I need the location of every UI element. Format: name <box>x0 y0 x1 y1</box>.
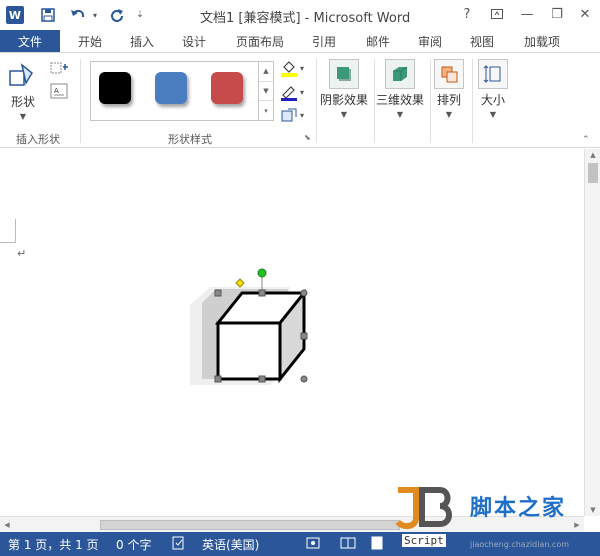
watermark-script: Script <box>402 534 446 547</box>
document-canvas[interactable]: ↵ <box>0 149 600 516</box>
close-icon[interactable]: ✕ <box>572 3 598 25</box>
undo-dropdown-icon[interactable]: ▾ <box>90 5 100 25</box>
word-count[interactable]: 0 个字 <box>116 536 151 553</box>
text-box-icon[interactable]: A <box>50 83 68 102</box>
shadow-effects-button[interactable]: 阴影效果 ▼ <box>320 59 368 119</box>
insert-shapes-group-label: 插入形状 <box>16 133 60 146</box>
chevron-down-icon: ▾ <box>300 87 305 97</box>
watermark-url: jiaocheng.chazidian.com <box>470 540 570 549</box>
hscroll-thumb[interactable] <box>100 520 400 530</box>
svg-text:A: A <box>54 87 59 95</box>
tab-file[interactable]: 文件 <box>0 30 60 52</box>
restore-icon[interactable]: ❐ <box>544 3 570 25</box>
chevron-down-icon: ▼ <box>445 110 453 119</box>
collapse-ribbon-icon[interactable]: ⌃ <box>582 135 590 145</box>
dialog-launcher-icon[interactable]: ⬊ <box>304 133 311 142</box>
shapes-icon <box>9 63 33 86</box>
cube-shape[interactable] <box>184 267 314 387</box>
macro-icon[interactable] <box>306 536 320 553</box>
style-swatch-black[interactable] <box>99 72 131 104</box>
ribbon-tabs: 文件 开始 插入 设计 页面布局 引用 邮件 审阅 视图 加载项 <box>0 30 600 52</box>
shape-styles-gallery[interactable] <box>90 61 274 121</box>
group-divider <box>430 59 431 143</box>
chevron-down-icon: ▾ <box>300 110 305 120</box>
page-count[interactable]: 第 1 页，共 1 页 <box>8 536 99 553</box>
edit-shape-icon[interactable] <box>50 61 70 80</box>
shapes-button[interactable]: 形状 ▼ <box>8 61 38 121</box>
print-layout-icon[interactable] <box>370 536 384 553</box>
shape-effects-button[interactable]: ▾ <box>280 107 304 123</box>
shape-fill-button[interactable]: ▾ <box>280 59 304 77</box>
vertical-scrollbar[interactable]: ▲ ▼ <box>584 149 600 516</box>
ribbon: 形状 ▼ A 插入形状 ▲ ▼ ▾ ▾ ▾ ▾ 形状样式 ⬊ 阴影效果 ▼ 三维… <box>0 52 600 148</box>
tab-references[interactable]: 引用 <box>312 30 336 52</box>
redo-icon[interactable] <box>106 5 128 25</box>
tab-design[interactable]: 设计 <box>182 30 206 52</box>
scroll-left-icon[interactable]: ◀ <box>0 517 14 533</box>
language[interactable]: 英语(美国) <box>202 536 259 553</box>
help-icon[interactable]: ? <box>454 3 480 25</box>
arrange-icon <box>441 66 458 83</box>
word-icon[interactable]: W <box>6 6 24 24</box>
scroll-thumb[interactable] <box>588 163 598 183</box>
chevron-down-icon: ▼ <box>489 110 497 119</box>
watermark-text: 脚本之家 <box>470 496 567 521</box>
paragraph-mark: ↵ <box>17 247 27 260</box>
tab-home[interactable]: 开始 <box>78 30 102 52</box>
gallery-up-icon[interactable]: ▲ <box>259 62 273 82</box>
size-icon <box>483 65 501 83</box>
title-bar: W ▾ ⇣ 文档1 [兼容模式] - Microsoft Word ? — ❐ … <box>0 0 600 30</box>
tab-page-layout[interactable]: 页面布局 <box>236 30 284 52</box>
window-title: 文档1 [兼容模式] - Microsoft Word <box>200 11 411 26</box>
tab-view[interactable]: 视图 <box>470 30 494 52</box>
chevron-down-icon: ▼ <box>396 110 404 119</box>
3d-effects-button[interactable]: 三维效果 ▼ <box>376 59 424 119</box>
size-label: 大小 <box>480 93 505 107</box>
chevron-down-icon: ▼ <box>340 110 348 119</box>
customize-qat-icon[interactable]: ⇣ <box>134 5 146 25</box>
ribbon-display-icon[interactable] <box>484 3 510 25</box>
chevron-down-icon: ▼ <box>19 112 27 121</box>
shapes-label: 形状 <box>10 95 35 109</box>
arrange-button[interactable]: 排列 ▼ <box>434 59 464 119</box>
tab-insert[interactable]: 插入 <box>130 30 154 52</box>
group-divider <box>472 59 473 143</box>
shadow-icon <box>337 67 351 81</box>
tab-mailings[interactable]: 邮件 <box>366 30 390 52</box>
shadow-effects-label: 阴影效果 <box>320 93 369 107</box>
paint-bucket-icon <box>281 61 297 77</box>
scroll-right-icon[interactable]: ▶ <box>570 517 584 533</box>
cube-3d-icon <box>393 66 408 81</box>
watermark-logo <box>395 487 452 530</box>
arrange-label: 排列 <box>436 93 461 107</box>
minimize-icon[interactable]: — <box>514 3 540 25</box>
gallery-scrollbar[interactable]: ▲ ▼ ▾ <box>258 61 274 121</box>
3d-effects-label: 三维效果 <box>376 93 425 107</box>
gallery-down-icon[interactable]: ▼ <box>259 82 273 102</box>
group-divider <box>80 59 81 143</box>
shape-effects-icon <box>281 108 297 122</box>
style-swatch-red[interactable] <box>211 72 243 104</box>
gallery-more-icon[interactable]: ▾ <box>259 101 273 120</box>
tab-review[interactable]: 审阅 <box>418 30 442 52</box>
scroll-up-icon[interactable]: ▲ <box>585 149 600 161</box>
margin-marker <box>0 219 16 243</box>
shape-outline-button[interactable]: ▾ <box>280 83 304 101</box>
group-divider <box>374 59 375 143</box>
read-mode-icon[interactable] <box>340 536 356 553</box>
undo-icon[interactable] <box>66 5 90 25</box>
shape-styles-group-label: 形状样式 <box>168 133 212 146</box>
pen-icon <box>281 86 297 101</box>
group-divider <box>316 59 317 143</box>
style-swatch-blue[interactable] <box>155 72 187 104</box>
save-icon[interactable] <box>38 5 58 25</box>
proofing-icon[interactable] <box>172 536 186 553</box>
scroll-down-icon[interactable]: ▼ <box>585 504 600 516</box>
chevron-down-icon: ▾ <box>300 63 305 73</box>
tab-addins[interactable]: 加载项 <box>524 30 560 52</box>
size-button[interactable]: 大小 ▼ <box>478 59 508 119</box>
